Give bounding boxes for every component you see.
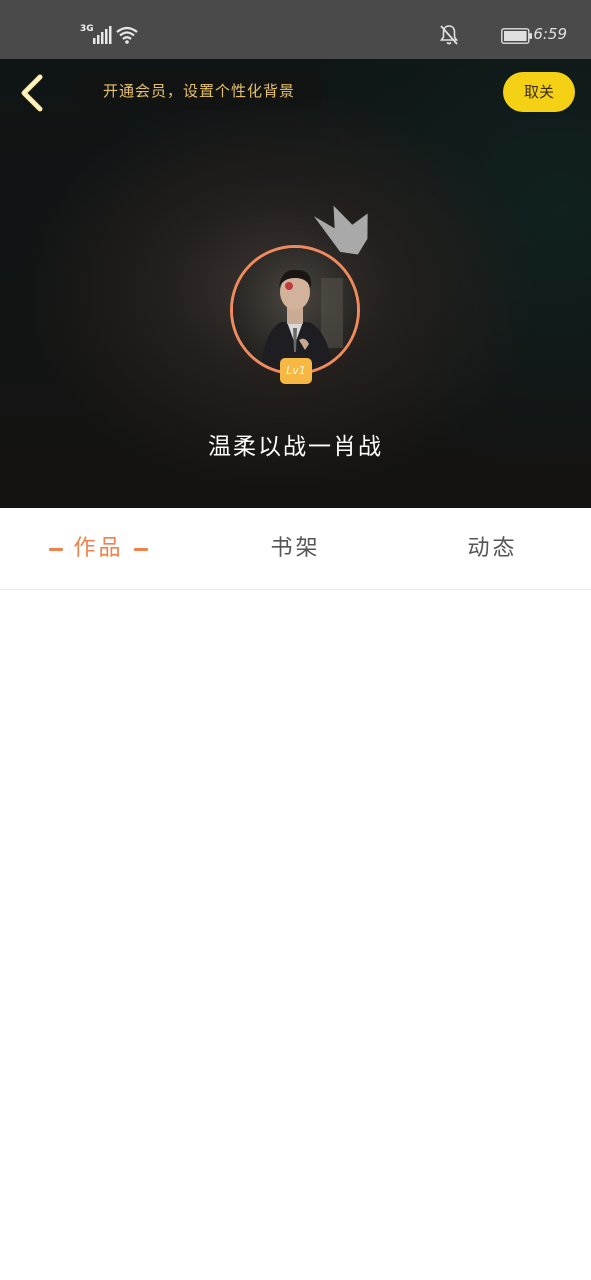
- back-arrow-icon[interactable]: [14, 69, 48, 117]
- signal-icon: [93, 26, 112, 44]
- wifi-icon: [116, 26, 138, 44]
- active-tab-indicator-left: [49, 547, 64, 551]
- battery-icon: [501, 28, 532, 44]
- profile-header: 开通会员，设置个性化背景 取关 Lv1 温柔以战一肖战: [0, 59, 591, 508]
- level-badge: Lv1: [280, 358, 312, 384]
- tab-bookshelf[interactable]: 书架: [197, 508, 394, 590]
- avatar-photo: [233, 248, 357, 372]
- status-bar: 3G 6:59: [0, 0, 591, 59]
- tab-works-label: 作品: [73, 536, 124, 561]
- unfollow-button[interactable]: 取关: [503, 72, 575, 112]
- clock: 6:59: [533, 25, 567, 43]
- active-tab-indicator-right: [133, 547, 148, 551]
- tab-works[interactable]: 作品: [0, 508, 197, 590]
- tab-content-area: [0, 591, 591, 1280]
- avatar[interactable]: [230, 245, 360, 375]
- bell-off-icon: [440, 25, 458, 45]
- vip-banner[interactable]: 开通会员，设置个性化背景: [74, 71, 324, 111]
- tab-bookshelf-label: 书架: [270, 536, 321, 561]
- tab-activity[interactable]: 动态: [394, 508, 591, 590]
- profile-tabs: 作品 书架 动态: [0, 508, 591, 590]
- tab-activity-label: 动态: [467, 536, 518, 561]
- username: 温柔以战一肖战: [208, 434, 383, 460]
